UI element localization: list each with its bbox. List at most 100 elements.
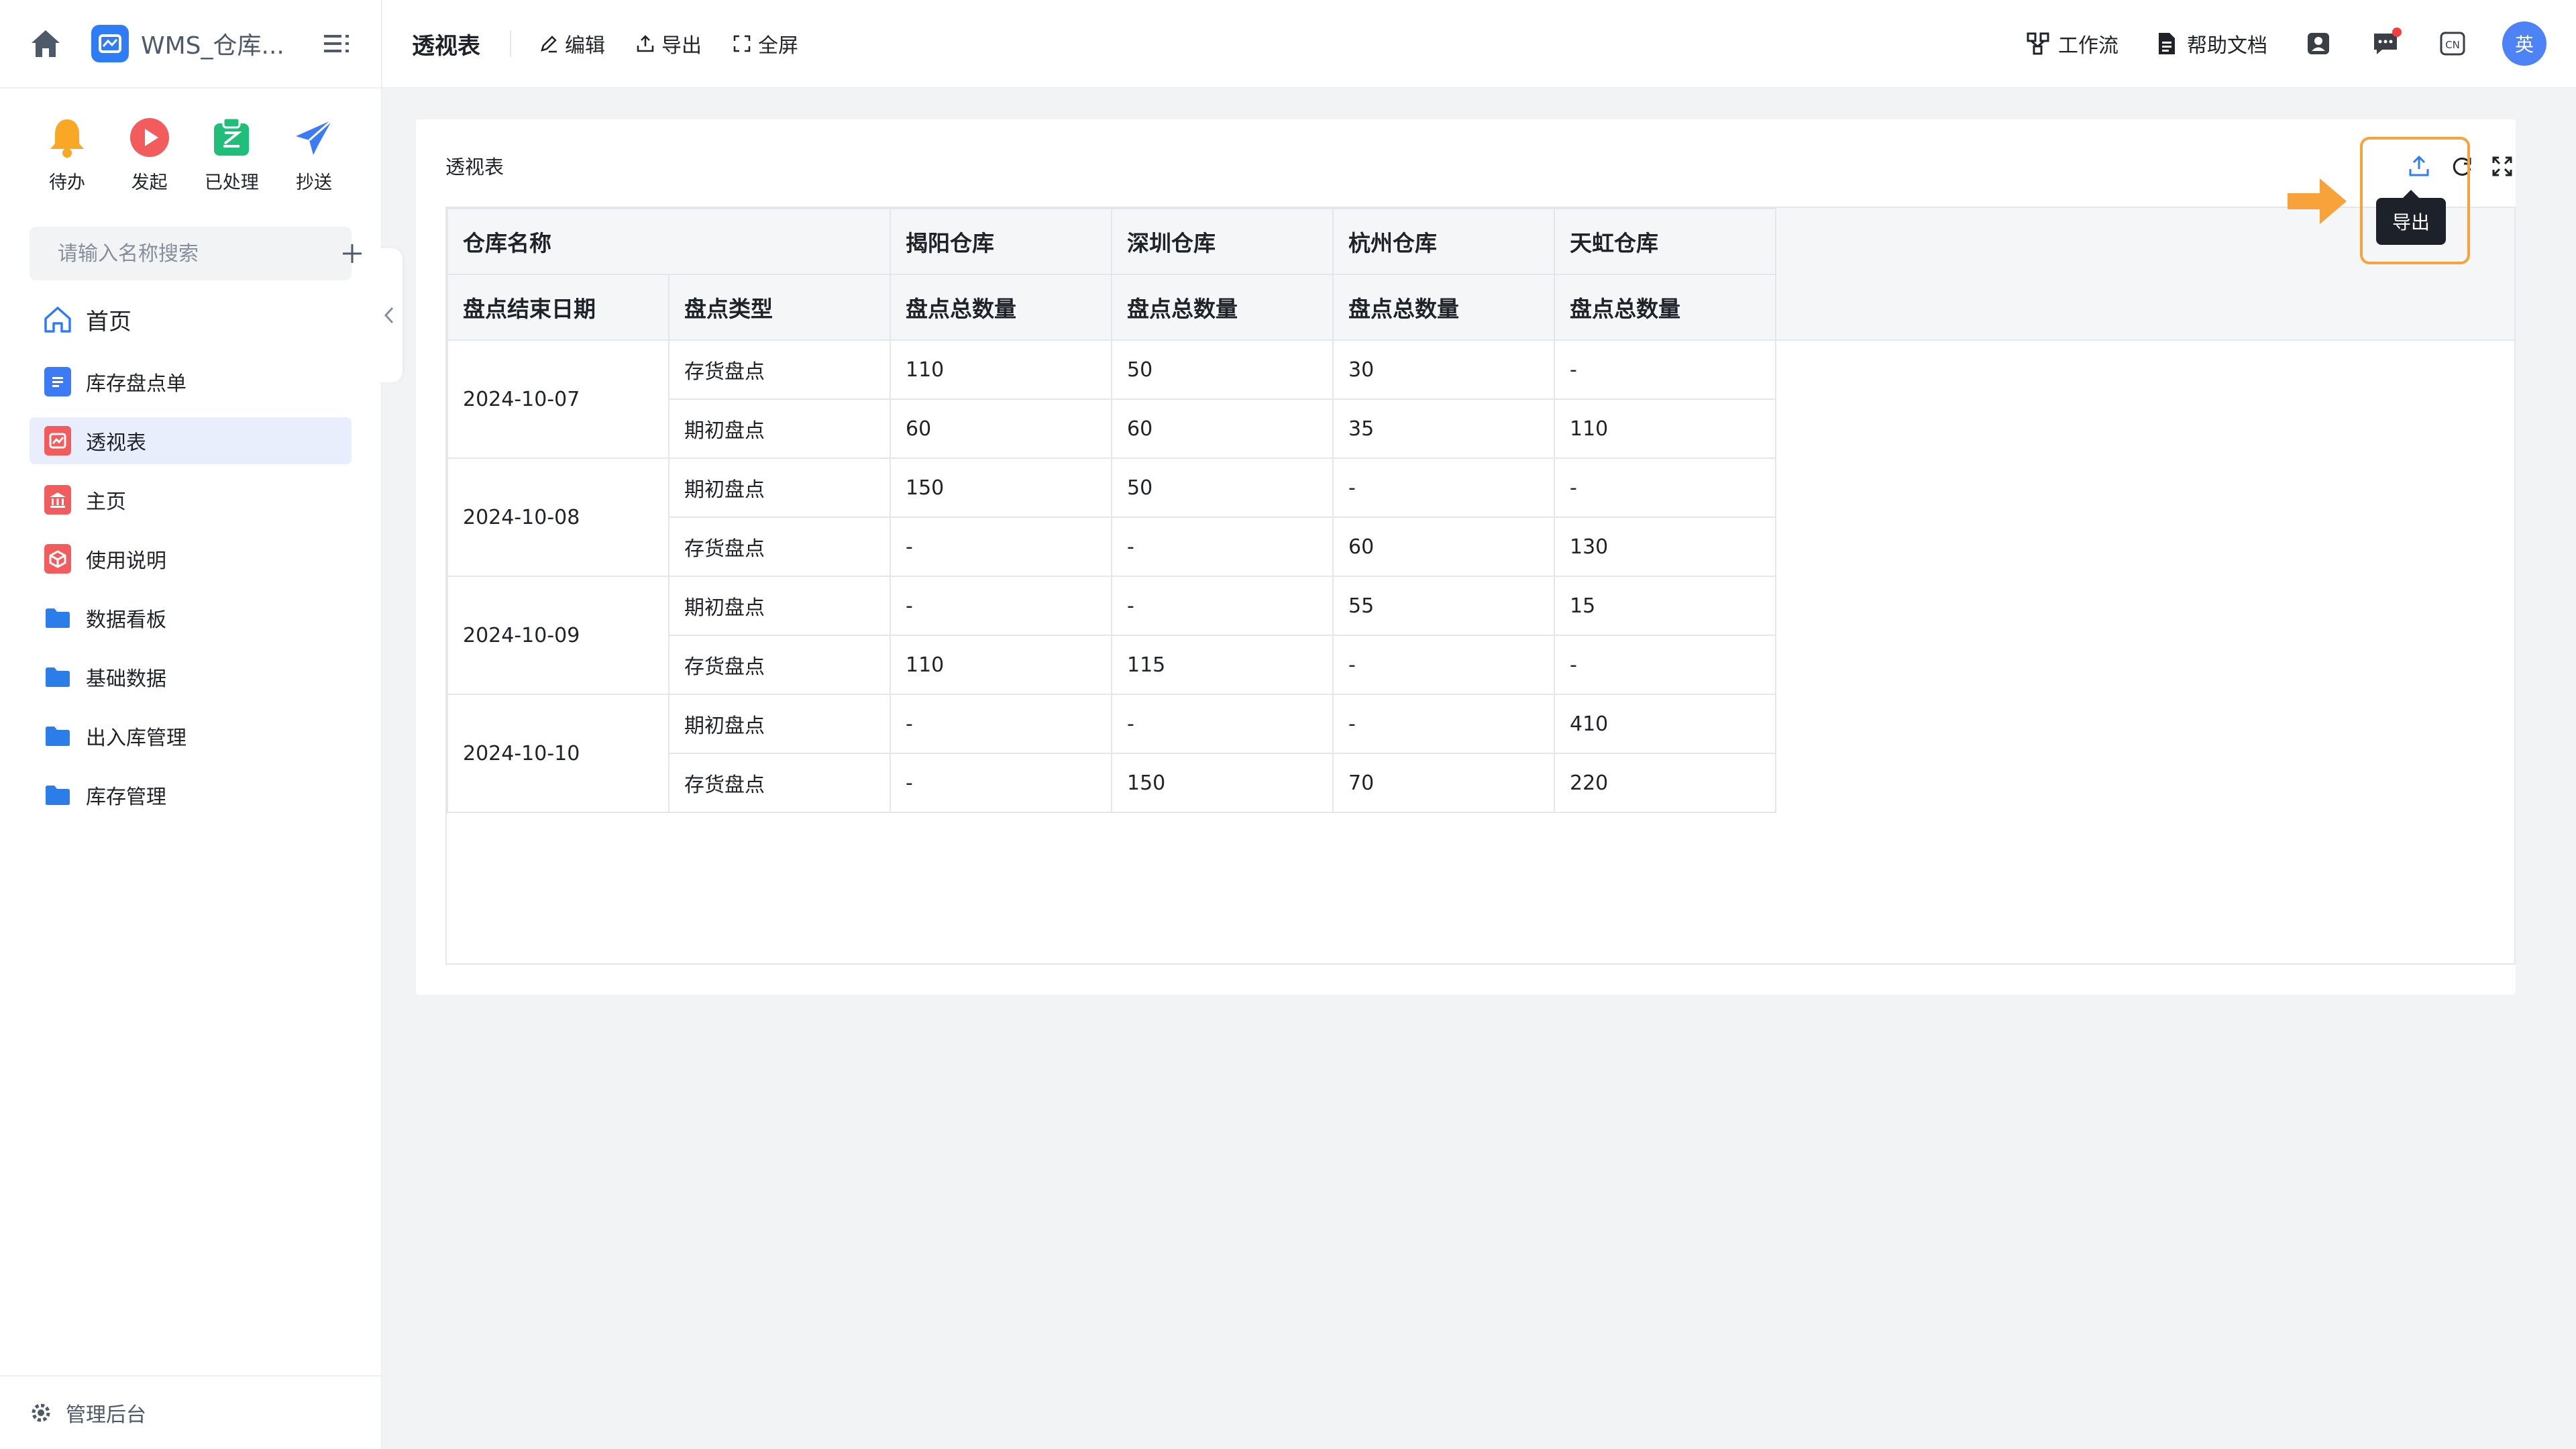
folder-icon bbox=[43, 780, 72, 810]
sidebar-item-inout-management[interactable]: 出入库管理 bbox=[30, 712, 352, 759]
sidebar-item-label: 数据看板 bbox=[86, 608, 166, 632]
type-cell: 存货盘点 bbox=[668, 753, 891, 813]
type-cell: 期初盘点 bbox=[668, 694, 891, 754]
type-cell: 存货盘点 bbox=[668, 635, 891, 695]
quick-processed[interactable]: 已处理 bbox=[198, 115, 265, 209]
date-cell: 2024-10-07 bbox=[447, 339, 669, 459]
fullscreen-button[interactable]: 全屏 bbox=[731, 29, 798, 58]
help-docs-label: 帮助文档 bbox=[2187, 34, 2267, 58]
measure-header: 盘点总数量 bbox=[890, 274, 1112, 341]
page-title: 透视表 bbox=[412, 32, 480, 60]
sidebar-item-basic-data[interactable]: 基础数据 bbox=[30, 653, 352, 700]
value-cell: 50 bbox=[1111, 458, 1334, 518]
quick-cc[interactable]: 抄送 bbox=[280, 115, 347, 209]
quick-todo-label: 待办 bbox=[49, 172, 85, 193]
export-icon bbox=[635, 33, 656, 54]
contacts-icon[interactable] bbox=[2302, 28, 2334, 60]
table-row: 2024-10-09 期初盘点 - - 55 15 bbox=[447, 576, 1776, 695]
sidebar: WMS_仓库... 待办 发起 已处理 抄送 请输入名称搜索 首页 库存盘点单 … bbox=[0, 0, 382, 1449]
value-cell: 35 bbox=[1332, 398, 1555, 459]
language-icon-text: CN bbox=[2445, 39, 2460, 51]
value-cell: 60 bbox=[890, 398, 1112, 459]
sidebar-item-stock-management[interactable]: 库存管理 bbox=[30, 771, 352, 818]
help-docs-button[interactable]: 帮助文档 bbox=[2153, 29, 2267, 58]
admin-backend-link[interactable]: 管理后台 bbox=[0, 1375, 381, 1449]
value-cell: - bbox=[1332, 458, 1555, 518]
sidebar-item-pivot[interactable]: 透视表 bbox=[30, 417, 352, 464]
table-row: 2024-10-07 存货盘点 110 50 30 - bbox=[447, 339, 1776, 459]
type-cell: 存货盘点 bbox=[668, 339, 891, 400]
value-cell: 115 bbox=[1111, 635, 1334, 695]
type-cell: 存货盘点 bbox=[668, 517, 891, 577]
sidebar-search bbox=[30, 227, 362, 280]
workflow-label: 工作流 bbox=[2058, 34, 2118, 58]
bell-icon bbox=[45, 115, 89, 160]
table-row: 2024-10-08 期初盘点 150 50 - - bbox=[447, 458, 1776, 577]
expand-icon[interactable] bbox=[2489, 153, 2516, 180]
approved-icon bbox=[209, 115, 254, 160]
header-row-warehouse: 仓库名称 揭阳仓库 深圳仓库 杭州仓库 天虹仓库 bbox=[447, 208, 1776, 275]
value-cell: - bbox=[1554, 458, 1776, 518]
sidebar-item-label: 库存盘点单 bbox=[86, 372, 186, 396]
warehouse-name-header: 仓库名称 bbox=[447, 208, 891, 275]
avatar[interactable]: 英 bbox=[2502, 21, 2546, 66]
app-name: WMS_仓库... bbox=[141, 32, 284, 60]
workflow-icon bbox=[2025, 30, 2051, 57]
value-cell: - bbox=[1332, 694, 1555, 754]
send-icon bbox=[292, 115, 336, 160]
menu-toggle-icon[interactable] bbox=[321, 27, 354, 60]
sidebar-item-label: 基础数据 bbox=[86, 667, 166, 691]
pivot-table-container: 仓库名称 揭阳仓库 深圳仓库 杭州仓库 天虹仓库 盘点结束日期 盘点类型 盘点总… bbox=[445, 207, 2516, 965]
language-icon[interactable]: CN bbox=[2436, 28, 2469, 60]
quick-todo[interactable]: 待办 bbox=[34, 115, 101, 209]
folder-icon bbox=[43, 721, 72, 751]
sidebar-collapse-handle[interactable] bbox=[376, 248, 402, 382]
value-cell: - bbox=[890, 753, 1112, 813]
form-icon bbox=[43, 367, 72, 396]
home-icon[interactable] bbox=[27, 25, 64, 62]
sidebar-item-main-page[interactable]: 主页 bbox=[30, 476, 352, 523]
sidebar-item-instructions[interactable]: 使用说明 bbox=[30, 535, 352, 582]
pencil-icon bbox=[538, 33, 559, 54]
warehouse-header: 深圳仓库 bbox=[1111, 208, 1334, 275]
chevron-left-icon bbox=[384, 307, 394, 324]
date-cell: 2024-10-08 bbox=[447, 458, 669, 577]
app-root: WMS_仓库... 待办 发起 已处理 抄送 请输入名称搜索 首页 库存盘点单 … bbox=[0, 0, 2576, 1449]
warehouse-header: 天虹仓库 bbox=[1554, 208, 1776, 275]
sidebar-item-inventory-count[interactable]: 库存盘点单 bbox=[30, 358, 352, 405]
quick-initiate[interactable]: 发起 bbox=[116, 115, 183, 209]
header-divider bbox=[510, 30, 511, 57]
date-cell: 2024-10-09 bbox=[447, 576, 669, 695]
fullscreen-label: 全屏 bbox=[758, 34, 798, 58]
value-cell: 110 bbox=[890, 339, 1112, 400]
value-cell: - bbox=[1111, 517, 1334, 577]
table-row: 2024-10-10 期初盘点 - - - 410 bbox=[447, 694, 1776, 813]
value-cell: 130 bbox=[1554, 517, 1776, 577]
value-cell: 50 bbox=[1111, 339, 1334, 400]
value-cell: - bbox=[1111, 576, 1334, 636]
type-cell: 期初盘点 bbox=[668, 576, 891, 636]
sidebar-item-dashboard[interactable]: 数据看板 bbox=[30, 594, 352, 641]
add-icon[interactable] bbox=[341, 240, 363, 267]
value-cell: 15 bbox=[1554, 576, 1776, 636]
value-cell: 70 bbox=[1332, 753, 1555, 813]
header-row-measure: 盘点结束日期 盘点类型 盘点总数量 盘点总数量 盘点总数量 盘点总数量 bbox=[447, 274, 1776, 341]
sidebar-item-home[interactable]: 首页 bbox=[30, 292, 352, 346]
workflow-button[interactable]: 工作流 bbox=[2025, 29, 2118, 58]
sidebar-nav: 首页 库存盘点单 透视表 主页 使用说明 数据看板 基础数据 出入库管理 库存管… bbox=[0, 292, 381, 818]
measure-header: 盘点总数量 bbox=[1111, 274, 1334, 341]
search-input[interactable] bbox=[56, 241, 309, 266]
export-tooltip: 导出 bbox=[2376, 190, 2446, 245]
folder-icon bbox=[43, 662, 72, 692]
bank-icon bbox=[43, 485, 72, 515]
end-date-header: 盘点结束日期 bbox=[447, 274, 669, 341]
admin-backend-label: 管理后台 bbox=[66, 1403, 146, 1427]
value-cell: 150 bbox=[890, 458, 1112, 518]
quick-cc-label: 抄送 bbox=[295, 172, 332, 193]
sidebar-item-label: 首页 bbox=[86, 308, 131, 335]
export-button[interactable]: 导出 bbox=[635, 29, 702, 58]
edit-button[interactable]: 编辑 bbox=[538, 29, 605, 58]
header-right: 工作流 帮助文档 CN 英 bbox=[1990, 21, 2546, 66]
message-icon[interactable] bbox=[2369, 28, 2402, 60]
fullscreen-icon bbox=[731, 33, 753, 54]
